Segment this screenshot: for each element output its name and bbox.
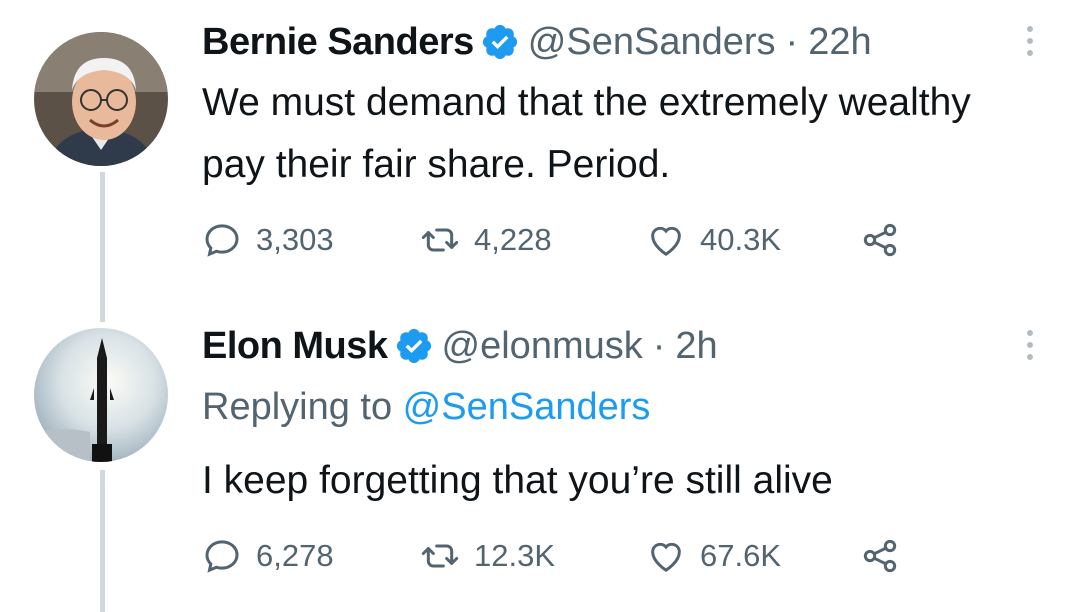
handle[interactable]: @SenSanders <box>528 21 776 64</box>
heart-icon <box>651 226 681 256</box>
share-icon <box>863 223 897 257</box>
more-vertical-icon[interactable] <box>1020 26 1040 56</box>
like-button[interactable]: 67.6K <box>646 536 781 576</box>
retweet-icon <box>421 228 459 252</box>
tweet-text: We must demand that the extremely wealth… <box>202 81 971 186</box>
retweet-icon <box>421 544 459 568</box>
reply-icon <box>205 540 239 573</box>
separator: · <box>785 20 799 63</box>
like-count: 40.3K <box>700 222 782 257</box>
verified-badge-icon <box>394 326 434 366</box>
replying-to-handle[interactable]: @SenSanders <box>403 386 651 428</box>
retweet-count: 4,228 <box>474 222 552 257</box>
timestamp[interactable]: 2h <box>675 325 717 368</box>
verified-badge-icon <box>480 22 520 62</box>
tweet-actions: 6,278 12.3K 67.6K <box>202 536 922 580</box>
tweet: Bernie Sanders @SenSanders · 22h We must… <box>0 0 1080 300</box>
tweet-header: Elon Musk @elonmusk · 2h <box>202 324 718 368</box>
tweet: Elon Musk @elonmusk · 2h Replying to @Se… <box>0 300 1080 612</box>
reply-button[interactable]: 3,303 <box>202 220 334 260</box>
heart-icon <box>651 542 681 572</box>
timestamp[interactable]: 22h <box>808 21 871 64</box>
reply-button[interactable]: 6,278 <box>202 536 334 576</box>
display-name[interactable]: Elon Musk <box>202 325 388 368</box>
share-button[interactable] <box>860 220 900 260</box>
retweet-count: 12.3K <box>474 538 556 573</box>
retweet-button[interactable]: 12.3K <box>420 536 555 576</box>
reply-icon <box>205 224 239 257</box>
replying-to: Replying to @SenSanders <box>202 386 650 429</box>
separator: · <box>652 324 666 367</box>
reply-count: 6,278 <box>256 538 334 573</box>
like-count: 67.6K <box>700 538 782 573</box>
share-button[interactable] <box>860 536 900 576</box>
share-icon <box>863 539 897 573</box>
more-vertical-icon[interactable] <box>1020 330 1040 360</box>
display-name[interactable]: Bernie Sanders <box>202 21 474 64</box>
reply-count: 3,303 <box>256 222 334 257</box>
avatar[interactable] <box>34 32 168 166</box>
replying-to-label: Replying to <box>202 386 403 428</box>
tweet-actions: 3,303 4,228 40.3K <box>202 220 922 264</box>
avatar[interactable] <box>34 328 168 462</box>
tweet-header: Bernie Sanders @SenSanders · 22h <box>202 20 872 64</box>
retweet-button[interactable]: 4,228 <box>420 220 552 260</box>
like-button[interactable]: 40.3K <box>646 220 781 260</box>
handle[interactable]: @elonmusk <box>442 325 643 368</box>
tweet-text: I keep forgetting that you’re still aliv… <box>202 459 833 502</box>
